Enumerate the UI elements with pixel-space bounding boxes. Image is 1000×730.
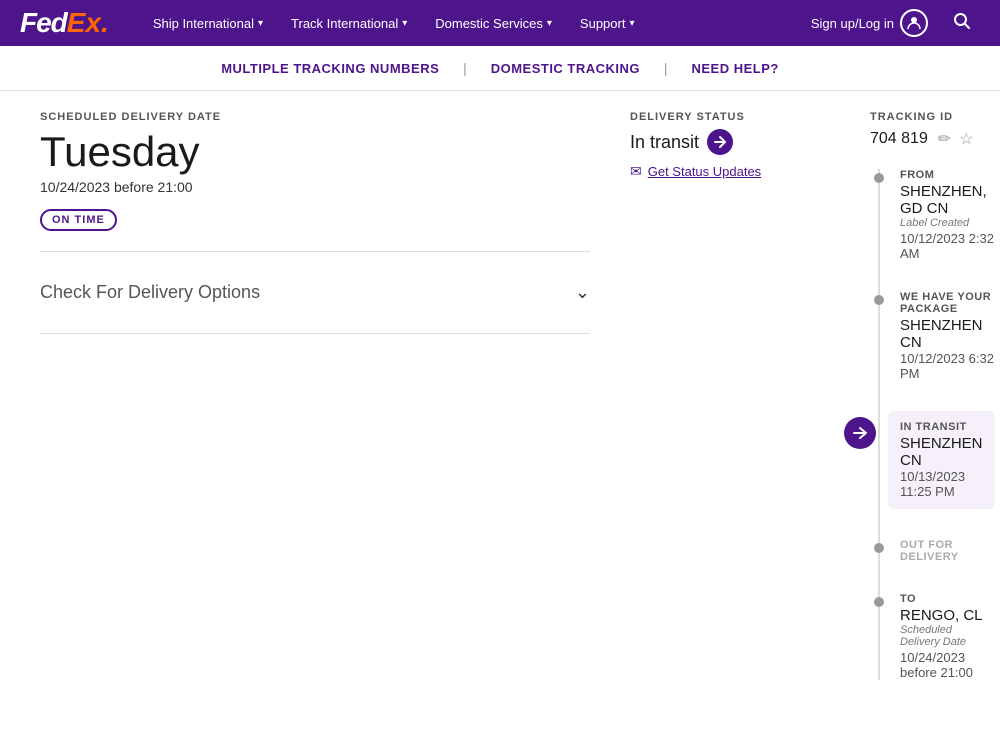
timeline-sublabel-to: Scheduled Delivery Date	[900, 624, 995, 648]
nav-chevron-domestic: ▾	[547, 18, 552, 29]
get-status-link[interactable]: Get Status Updates	[648, 164, 761, 179]
nav-chevron-ship: ▾	[258, 18, 263, 29]
timeline-time-package: 10/12/2023 6:32 PM	[900, 351, 995, 381]
signin-icon	[900, 9, 928, 37]
status-panel: DELIVERY STATUS In transit ✉ Get Status …	[590, 111, 850, 710]
timeline-item-to: TO RENGO, CL Scheduled Delivery Date 10/…	[900, 593, 995, 680]
timeline-sublabel-from: Label Created	[900, 217, 995, 229]
email-icon: ✉	[630, 163, 642, 180]
tracking-panel: TRACKING ID 704 819 ✏ ☆ FROM SHENZHEN, G…	[850, 111, 995, 710]
tracking-id-row: 704 819 ✏ ☆	[870, 129, 995, 149]
logo-dot: .	[101, 7, 109, 39]
subnav-domestic-tracking[interactable]: DOMESTIC TRACKING	[471, 61, 660, 76]
timeline-item-outdelivery: OUT FOR DELIVERY	[900, 539, 995, 563]
timeline-dot-outdelivery	[874, 543, 884, 553]
timeline-time-to: 10/24/2023 before 21:00	[900, 650, 995, 680]
delivery-date: 10/24/2023 before 21:00	[40, 179, 590, 195]
main-content: SCHEDULED DELIVERY DATE Tuesday 10/24/20…	[0, 91, 1000, 730]
timeline-dot-intransit	[844, 417, 876, 449]
timeline-dot-from	[874, 173, 884, 183]
nav-support[interactable]: Support ▾	[566, 0, 649, 46]
timeline-event-outdelivery: OUT FOR DELIVERY	[900, 539, 995, 563]
timeline-time-intransit: 10/13/2023 11:25 PM	[900, 469, 983, 499]
navbar: FedEx. Ship International ▾ Track Intern…	[0, 0, 1000, 46]
logo-ex: Ex	[67, 7, 101, 39]
subnav-multiple-tracking[interactable]: MULTIPLE TRACKING NUMBERS	[201, 61, 459, 76]
delivery-section-label: SCHEDULED DELIVERY DATE	[40, 111, 590, 123]
tracking-id-text: 704 819	[870, 130, 928, 148]
timeline-dot-package	[874, 295, 884, 305]
tracking-section-label: TRACKING ID	[870, 111, 995, 123]
nav-right: Sign up/Log in	[801, 9, 980, 37]
divider-1	[40, 251, 590, 252]
edit-icon[interactable]: ✏	[938, 129, 951, 149]
on-time-badge: ON TIME	[40, 209, 117, 231]
timeline-event-intransit: IN TRANSIT	[900, 421, 983, 433]
fedex-logo[interactable]: FedEx.	[20, 7, 109, 39]
search-icon[interactable]	[944, 11, 980, 36]
logo-fed: Fed	[20, 7, 67, 39]
delivery-panel: SCHEDULED DELIVERY DATE Tuesday 10/24/20…	[40, 111, 590, 710]
nav-links: Ship International ▾ Track International…	[139, 0, 801, 46]
timeline-event-package: WE HAVE YOUR PACKAGE	[900, 291, 995, 315]
in-transit-row: In transit	[630, 129, 850, 155]
timeline-location-intransit: SHENZHEN CN	[900, 435, 983, 469]
subnav-divider-1: |	[459, 60, 470, 76]
chevron-down-icon: ⌄	[575, 282, 590, 303]
star-icon[interactable]: ☆	[959, 129, 973, 149]
timeline-item-intransit: IN TRANSIT SHENZHEN CN 10/13/2023 11:25 …	[888, 411, 995, 509]
timeline-location-from: SHENZHEN, GD CN	[900, 183, 995, 217]
timeline-event-from: FROM	[900, 169, 995, 181]
subnav-divider-2: |	[660, 60, 671, 76]
nav-chevron-track: ▾	[402, 18, 407, 29]
timeline-dot-to	[874, 597, 884, 607]
delivery-day: Tuesday	[40, 129, 590, 175]
delivery-options-row[interactable]: Check For Delivery Options ⌄	[40, 272, 590, 313]
signin-button[interactable]: Sign up/Log in	[801, 9, 938, 37]
nav-domestic-services[interactable]: Domestic Services ▾	[421, 0, 566, 46]
delivery-options-label: Check For Delivery Options	[40, 282, 260, 303]
tracking-action-icons: ✏ ☆	[938, 129, 974, 149]
divider-2	[40, 333, 590, 334]
subnav: MULTIPLE TRACKING NUMBERS | DOMESTIC TRA…	[0, 46, 1000, 91]
status-section-label: DELIVERY STATUS	[630, 111, 850, 123]
timeline-event-to: TO	[900, 593, 995, 605]
tracking-timeline: FROM SHENZHEN, GD CN Label Created 10/12…	[870, 169, 995, 680]
subnav-need-help[interactable]: NEED HELP?	[671, 61, 798, 76]
timeline-item-package: WE HAVE YOUR PACKAGE SHENZHEN CN 10/12/2…	[900, 291, 995, 381]
nav-chevron-support: ▾	[629, 18, 634, 29]
get-status-row[interactable]: ✉ Get Status Updates	[630, 163, 850, 180]
timeline-location-to: RENGO, CL	[900, 607, 995, 624]
nav-ship-international[interactable]: Ship International ▾	[139, 0, 277, 46]
timeline-location-package: SHENZHEN CN	[900, 317, 995, 351]
timeline-time-from: 10/12/2023 2:32 AM	[900, 231, 995, 261]
nav-track-international[interactable]: Track International ▾	[277, 0, 421, 46]
timeline-item-from: FROM SHENZHEN, GD CN Label Created 10/12…	[900, 169, 995, 261]
in-transit-arrow-icon	[707, 129, 733, 155]
in-transit-text: In transit	[630, 132, 699, 153]
